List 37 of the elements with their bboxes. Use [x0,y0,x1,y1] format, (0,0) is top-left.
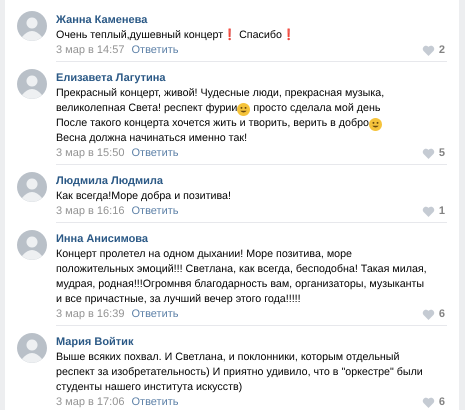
reply-link[interactable]: Ответить [131,204,178,219]
comment-date: 3 мар в 16:39 [56,307,124,322]
like-button[interactable]: 2 [422,43,447,58]
author-name[interactable]: Людмила Людмила [56,174,163,189]
avatar[interactable] [17,172,47,202]
avatar[interactable] [17,230,47,260]
heart-icon [422,148,435,159]
smile-icon [237,103,250,116]
like-button[interactable]: 5 [422,146,447,161]
author-name[interactable]: Инна Анисимова [56,232,148,247]
author-name[interactable]: Елизавета Лагутина [56,71,166,86]
like-button[interactable]: 1 [422,204,447,219]
reply-link[interactable]: Ответить [131,146,178,161]
heart-icon [422,45,435,56]
like-button[interactable]: 6 [422,395,447,410]
comment-text: Выше всяких похвал. И Светлана, и поклонники, которым отдельный респект за изобретательность) И приятно удивило, что в "оркестре" были студенты нашего института искусств) [56,350,424,395]
author-name[interactable]: Жанна Каменева [56,13,148,28]
comment-text: Очень теплый,душевный концерт❗ Спасибо❗ [56,28,296,43]
like-button[interactable]: 6 [422,307,447,322]
comment-date: 3 мар в 15:50 [56,146,124,161]
comment-date: 3 мар в 16:16 [56,204,124,219]
author-name[interactable]: Мария Войтик [56,335,134,350]
smile-icon [369,118,382,131]
avatar[interactable] [17,11,47,41]
avatar[interactable] [17,69,47,99]
heart-icon [422,309,435,320]
heart-icon [422,206,435,217]
comment-text: Концерт пролетел на одном дыхании! Море позитива, море положительных эмоций!!! Светлана, как всегда, бесподобна! Такая милая, мудрая, родная!!!Огромнвя благодарность вам, организаторы, музыканты и все причастные, за лучший вечер этого года!!!!! [56,247,428,307]
heart-icon [422,397,435,408]
avatar[interactable] [17,333,47,363]
reply-link[interactable]: Ответить [131,395,178,410]
reply-link[interactable]: Ответить [131,307,178,322]
comment-text: Прекрасный концерт, живой! Чудесные люди, прекрасная музыка, великолепная Света! респект фурии просто сделала мой день После такого концерта хочется жить и творить, верить в добро Весна должна начинаться именно так! [56,86,386,146]
comment-text: Как всегда!Море добра и позитива! [56,189,232,204]
reply-link[interactable]: Ответить [131,43,178,58]
comment-date: 3 мар в 14:57 [56,43,124,58]
comment-date: 3 мар в 17:06 [56,395,124,410]
